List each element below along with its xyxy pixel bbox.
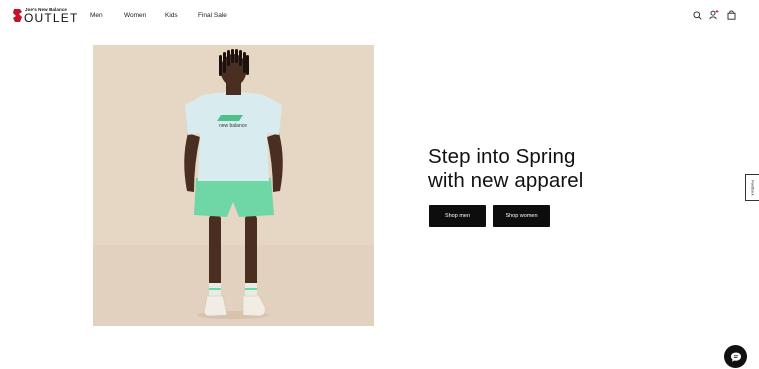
shop-women-button[interactable]: Shop women: [493, 205, 550, 227]
hero-title-line-2: with new apparel: [428, 169, 584, 192]
logo-main-word: OUTLET: [24, 11, 79, 25]
shop-men-button[interactable]: Shop men: [429, 205, 486, 227]
chat-button[interactable]: [724, 345, 747, 368]
hero-image[interactable]: new balance: [93, 45, 374, 326]
cart-icon[interactable]: [725, 9, 737, 21]
nav-item-women[interactable]: Women: [124, 12, 146, 19]
brand-logo[interactable]: Joe's New Balance OUTLET: [12, 6, 77, 26]
model-photo: new balance: [93, 45, 374, 326]
feedback-tab[interactable]: Feedback: [745, 174, 759, 201]
hero-title: Step into Spring with new apparel: [428, 145, 583, 193]
account-icon[interactable]: [708, 9, 720, 21]
shirt-text: new balance: [219, 123, 247, 129]
chat-icon: [730, 352, 741, 362]
feedback-tab-label: Feedback: [750, 179, 755, 196]
nav-item-final-sale[interactable]: Final Sale: [198, 12, 227, 19]
nav-item-men[interactable]: Men: [90, 12, 103, 19]
nav-item-kids[interactable]: Kids: [165, 12, 178, 19]
site-header: Joe's New Balance OUTLET Men Women Kids …: [0, 0, 759, 32]
logo-mark-icon: [13, 9, 22, 22]
header-icons: [691, 9, 739, 23]
search-icon[interactable]: [691, 9, 703, 21]
hero-title-line-1: Step into Spring: [428, 145, 576, 168]
